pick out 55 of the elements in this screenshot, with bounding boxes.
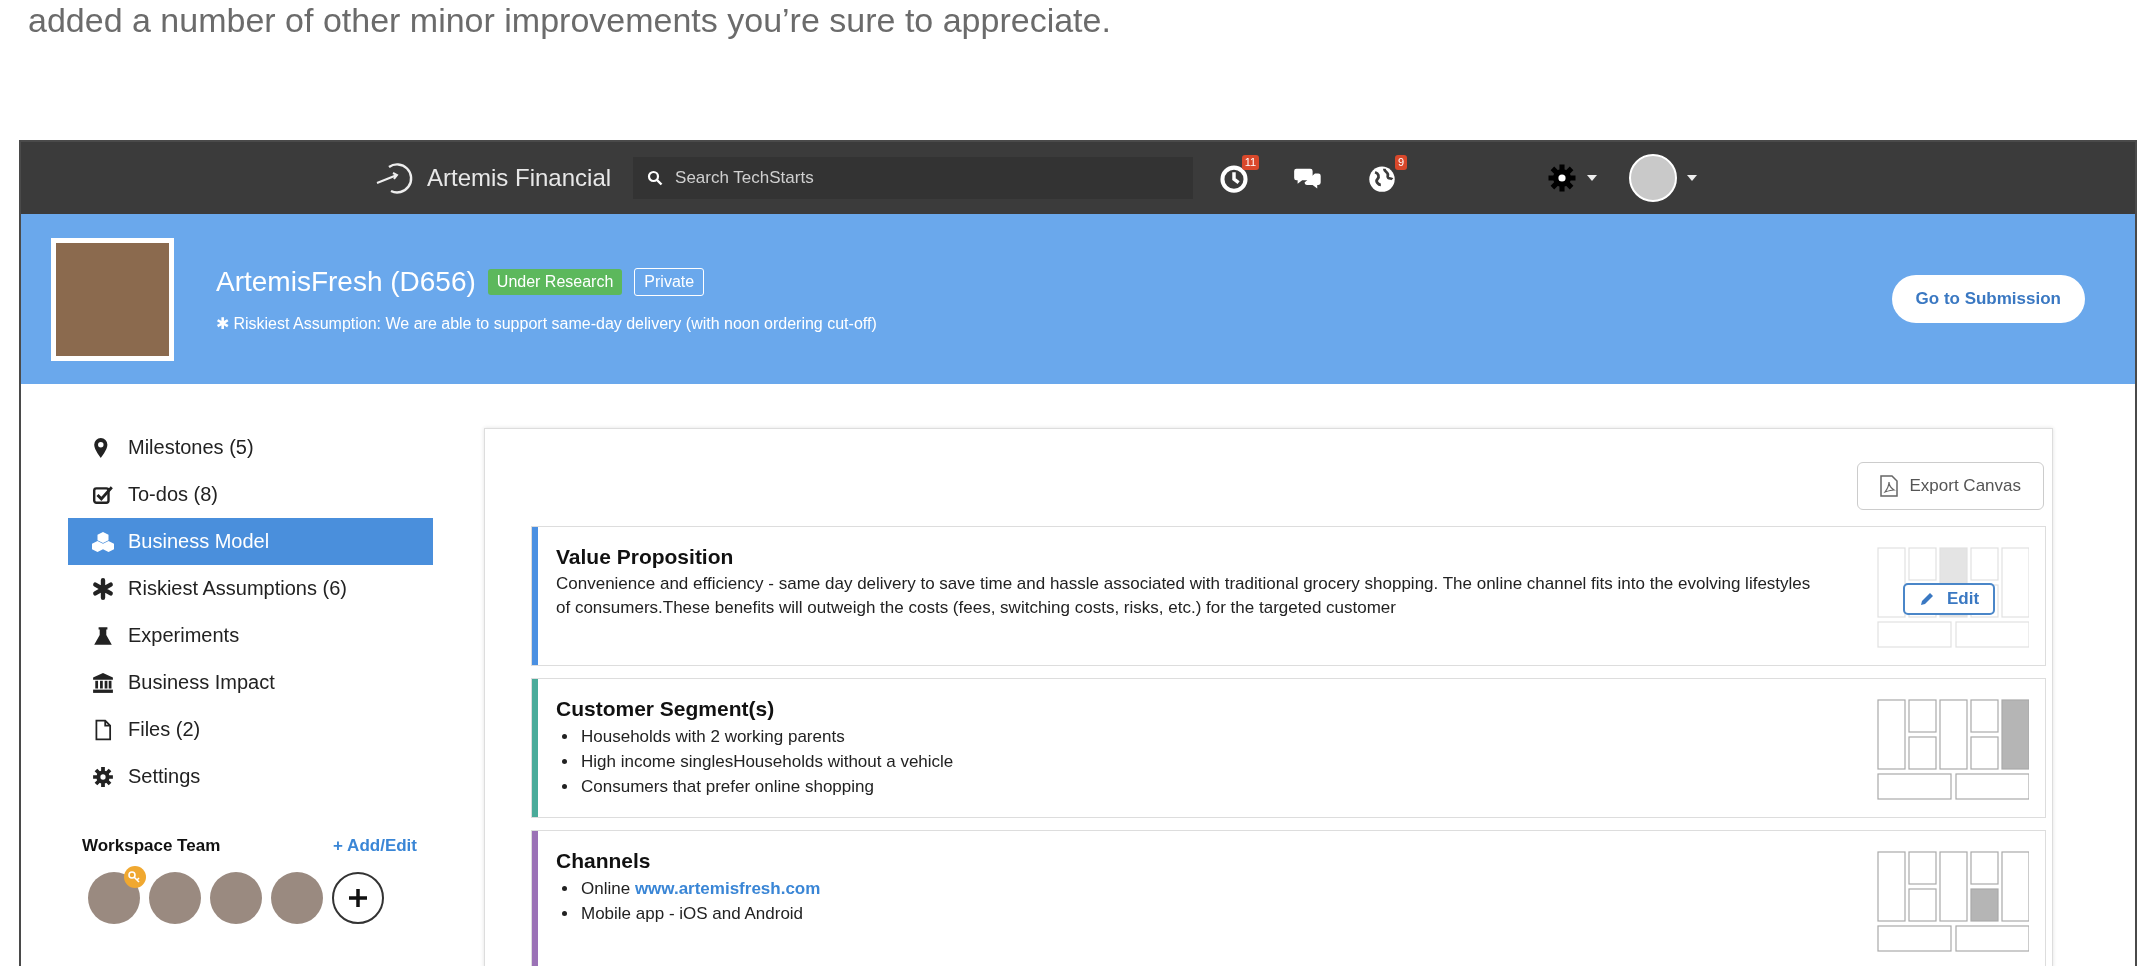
sidebar-item[interactable]: Riskiest Assumptions (6) [68, 565, 433, 612]
bullet-text: Mobile app - iOS and Android [581, 903, 804, 925]
bullet-icon [562, 734, 567, 739]
bullet-text: Households with 2 working parents [581, 726, 845, 748]
settings-icon [92, 765, 114, 788]
sidebar-item[interactable]: To-dos (8) [68, 471, 433, 518]
team-avatar[interactable] [88, 872, 140, 924]
card-title: Customer Segment(s) [556, 697, 776, 721]
sidebar-item[interactable]: Files (2) [68, 706, 433, 753]
status-tag: Under Research [487, 268, 623, 295]
riskiest-assumption-text: ✱ Riskiest Assumption: We are able to support same-day delivery (with noon ordering cut-off) [216, 313, 877, 333]
pdf-file-icon [1879, 475, 1898, 497]
bullet-text: High income singlesHouseholds without a vehicle [581, 751, 954, 773]
submission-button[interactable]: Go to Submission [1891, 275, 2085, 323]
team-avatar[interactable] [271, 872, 323, 924]
notification-count: 11 [1241, 155, 1260, 170]
bullet-icon [562, 784, 567, 789]
card-title: Value Proposition [556, 545, 735, 569]
cubes-icon [92, 530, 114, 553]
card-title: Channels [556, 849, 652, 873]
team-avatar[interactable] [210, 872, 262, 924]
sidebar-item[interactable]: Settings [68, 753, 433, 800]
add-member-button[interactable] [332, 872, 384, 924]
bullet-icon [562, 759, 567, 764]
edit-button[interactable]: Edit [1903, 583, 1996, 615]
bullet-text: Online [581, 879, 632, 898]
globe-icon[interactable] [1367, 163, 1398, 193]
bullet-icon [562, 886, 567, 891]
notification-count: 9 [1394, 155, 1408, 170]
bullet-text: Consumers that prefer online shopping [581, 776, 874, 798]
pencil-icon [1919, 591, 1935, 607]
sidebar-item[interactable]: Milestones (5) [68, 424, 433, 471]
add-edit-link[interactable]: + Add/Edit [333, 836, 417, 856]
status-tag: Private [634, 267, 705, 296]
caret-icon[interactable] [1687, 175, 1698, 181]
team-avatar[interactable] [149, 872, 201, 924]
flask-icon [92, 624, 114, 647]
plus-icon [347, 887, 369, 909]
search-field[interactable]: Search TechStarts [633, 157, 1194, 199]
bank-icon [92, 671, 114, 694]
user-avatar[interactable] [1629, 154, 1678, 202]
search-icon [647, 170, 664, 186]
intro-text: added a number of other minor improvements you’re sure to appreciate. [27, 0, 1112, 40]
card-text: Convenience and efficiency - same day delivery to save time and hassle associated with traditional grocery shopping. The online channel fits into the evolving lifestyles of consumers.These benefits will outweigh the costs (fees, switching costs, risks, etc.) for the targeted customer [556, 573, 1812, 619]
sidebar-item[interactable]: Business Impact [68, 659, 433, 706]
bullet-icon [562, 911, 567, 916]
asterisk-icon [92, 577, 114, 600]
settings-icon[interactable] [1547, 163, 1578, 193]
sidebar-item[interactable]: Experiments [68, 612, 433, 659]
team-heading: Workspace Team [82, 836, 221, 856]
website-link[interactable]: www.artemisfresh.com [634, 879, 821, 898]
caret-icon[interactable] [1587, 175, 1598, 181]
venture-title: ArtemisFresh (D656) [216, 265, 476, 298]
brand-name: Artemis Financial [427, 164, 612, 192]
export-canvas-button[interactable]: Export Canvas [1856, 462, 2044, 510]
